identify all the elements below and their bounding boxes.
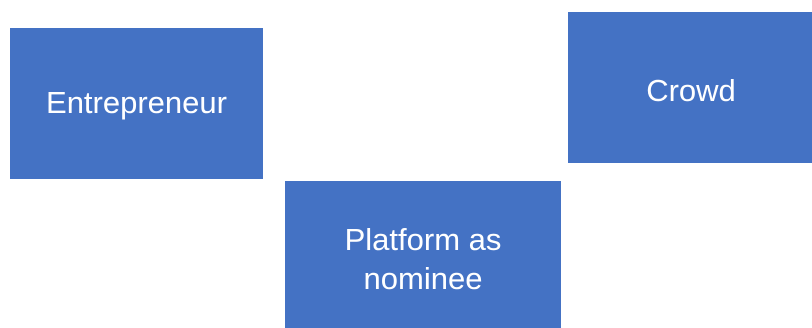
entrepreneur-label: Entrepreneur — [46, 85, 227, 121]
platform-nominee-label: Platform as nominee — [344, 221, 502, 296]
diagram-canvas: Entrepreneur Crowd Platform as nominee — [0, 0, 812, 328]
platform-nominee-box: Platform as nominee — [285, 181, 561, 328]
crowd-box: Crowd — [568, 12, 812, 163]
entrepreneur-box: Entrepreneur — [10, 28, 263, 179]
crowd-label: Crowd — [646, 73, 736, 108]
